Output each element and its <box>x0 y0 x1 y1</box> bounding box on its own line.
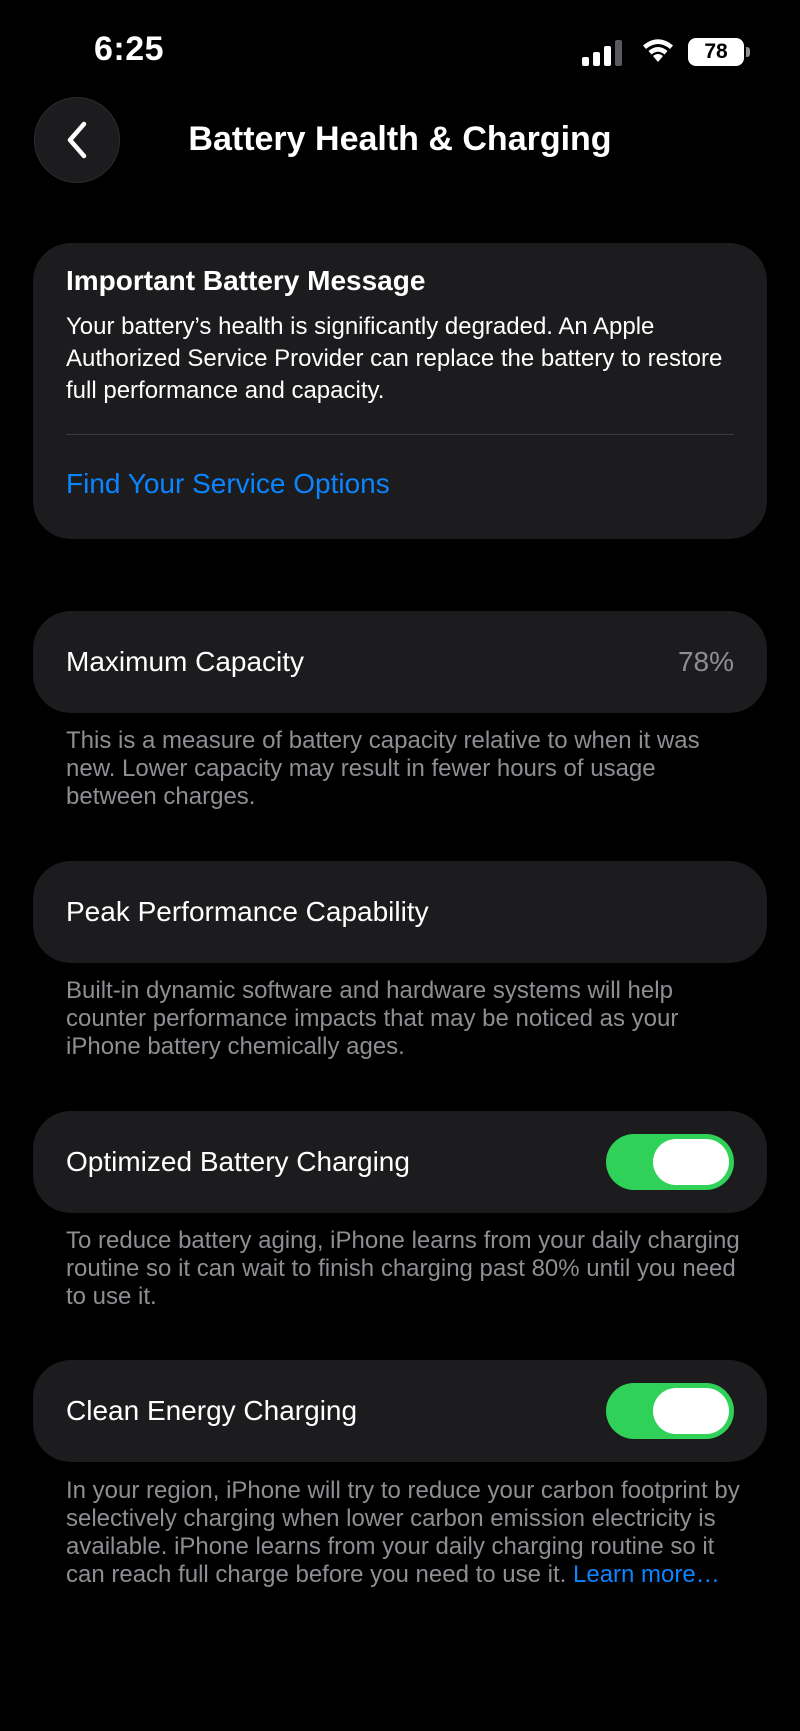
battery-level: 78 <box>704 40 728 63</box>
maximum-capacity-footer: This is a measure of battery capacity re… <box>66 727 700 810</box>
battery-message-card: Important Battery Message Your battery’s… <box>33 243 767 539</box>
cellular-signal-icon <box>582 40 624 71</box>
divider <box>66 434 734 435</box>
clean-energy-footer: In your region, iPhone will try to reduc… <box>66 1477 746 1589</box>
peak-performance-footer: Built-in dynamic software and hardware s… <box>66 977 679 1060</box>
find-service-options-link[interactable]: Find Your Service Options <box>66 468 390 500</box>
clean-energy-label: Clean Energy Charging <box>66 1395 358 1426</box>
toggle-knob <box>653 1139 729 1185</box>
page-title: Battery Health & Charging <box>188 120 612 158</box>
toggle-knob <box>653 1388 729 1434</box>
peak-performance-label: Peak Performance Capability <box>66 896 429 927</box>
learn-more-link[interactable]: Learn more… <box>573 1561 720 1588</box>
maximum-capacity-label: Maximum Capacity <box>66 646 305 677</box>
optimized-charging-toggle[interactable] <box>606 1134 734 1190</box>
clean-energy-row: Clean Energy Charging <box>33 1360 767 1462</box>
battery-message-body: Your battery’s health is significantly d… <box>66 313 723 404</box>
battery-message-title: Important Battery Message <box>66 265 426 296</box>
peak-performance-row[interactable]: Peak Performance Capability <box>33 861 767 963</box>
back-button[interactable] <box>34 97 120 183</box>
optimized-charging-footer: To reduce battery aging, iPhone learns f… <box>66 1227 740 1310</box>
maximum-capacity-row: Maximum Capacity 78% <box>33 611 767 713</box>
chevron-left-icon <box>67 121 87 159</box>
optimized-charging-label: Optimized Battery Charging <box>66 1146 410 1177</box>
status-time: 6:25 <box>94 30 165 68</box>
maximum-capacity-value: 78% <box>677 646 734 677</box>
wifi-icon <box>640 36 676 69</box>
optimized-charging-row: Optimized Battery Charging <box>33 1111 767 1213</box>
clean-energy-toggle[interactable] <box>606 1383 734 1439</box>
